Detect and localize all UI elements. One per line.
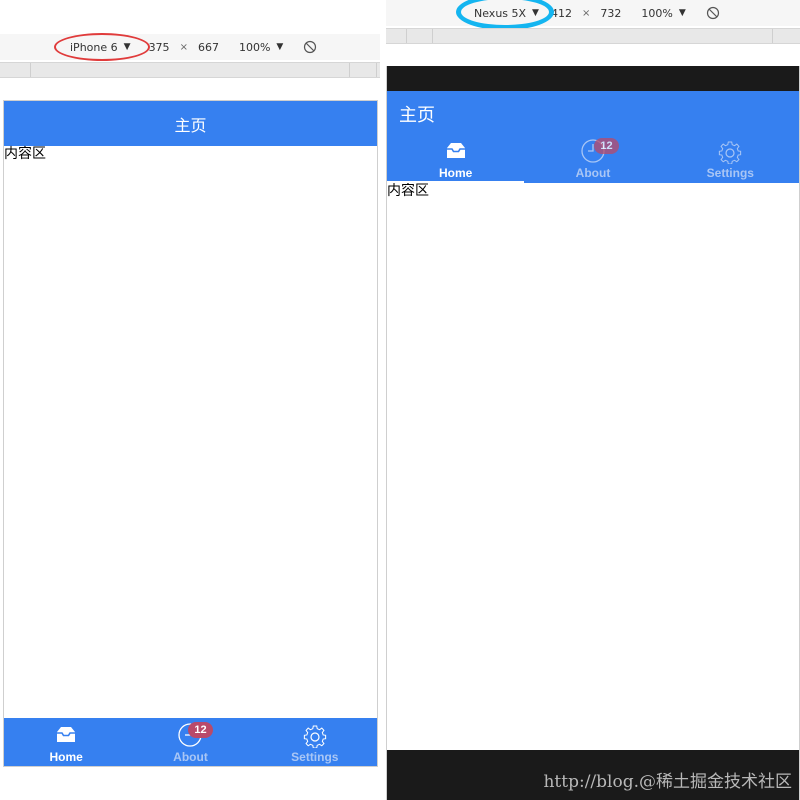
zoom-value: 100% [641,6,673,20]
tab-settings[interactable]: Settings [253,718,377,766]
tab-label: About [575,166,611,180]
screenshot-stage: iPhone 6 ▼ 375 × 667 100% ▼ 主页 内容区 Home … [0,0,800,800]
app-bar: 主页 Home 12 About Settings [387,91,799,183]
android-status-bar [387,66,799,91]
gear-icon [303,725,326,748]
notification-badge: 12 [594,138,619,154]
zoom-value: 100% [238,40,271,54]
device-name: iPhone 6 [70,40,118,54]
tab-label: Settings [706,166,754,180]
left-media-query-ruler [0,62,380,78]
height-field[interactable]: 732 [600,7,621,20]
zoom-selector[interactable]: 100% ▼ [641,7,685,20]
dropdown-caret-icon: ▼ [532,8,539,18]
dropdown-caret-icon: ▼ [678,8,686,18]
rotate-icon[interactable] [303,40,317,54]
notification-badge: 12 [188,722,213,738]
height-field[interactable]: 667 [198,41,219,54]
top-tab-bar: Home 12 About Settings [387,137,799,183]
bottom-tab-bar: Home 12 About Settings [4,718,377,766]
dropdown-caret-icon: ▼ [123,42,131,52]
inbox-icon [57,727,76,742]
content-area: 内容区 [4,146,46,162]
times-symbol: × [581,7,591,19]
rotate-icon[interactable] [706,6,720,20]
page-title: 主页 [174,115,207,135]
device-name: Nexus 5X [474,6,527,20]
device-selector[interactable]: iPhone 6 ▼ [62,39,139,56]
width-field[interactable]: 375 [149,41,170,54]
tab-settings[interactable]: Settings [662,137,799,183]
page-title: 主页 [399,105,435,126]
width-field[interactable]: 412 [551,7,572,20]
left-devtools-toolbar: iPhone 6 ▼ 375 × 667 100% ▼ [0,34,380,60]
gear-icon [719,141,742,164]
tab-about[interactable]: 12 About [524,137,661,183]
iphone6-viewport: 主页 内容区 Home 12 About Settings [3,100,378,767]
inbox-icon [446,143,465,158]
tab-home[interactable]: Home [4,718,128,766]
tab-home[interactable]: Home [387,137,524,183]
content-area: 内容区 [387,183,429,199]
tab-about[interactable]: 12 About [128,718,252,766]
nexus5x-viewport: 主页 Home 12 About Settings 内容区 [386,66,800,800]
tab-label: Home [49,750,83,764]
tab-label: About [173,750,208,764]
device-selector[interactable]: Nexus 5X ▼ [466,5,547,22]
watermark: http://blog.@稀土掘金技术社区 [543,772,792,792]
times-symbol: × [179,41,188,53]
page-header: 主页 [4,101,377,146]
dropdown-caret-icon: ▼ [276,42,284,52]
right-media-query-ruler [386,28,800,44]
right-devtools-toolbar: Nexus 5X ▼ 412 × 732 100% ▼ [386,0,800,26]
tab-label: Home [438,166,473,180]
zoom-selector[interactable]: 100% ▼ [239,41,283,54]
tab-label: Settings [291,750,339,764]
active-tab-indicator [387,181,524,183]
